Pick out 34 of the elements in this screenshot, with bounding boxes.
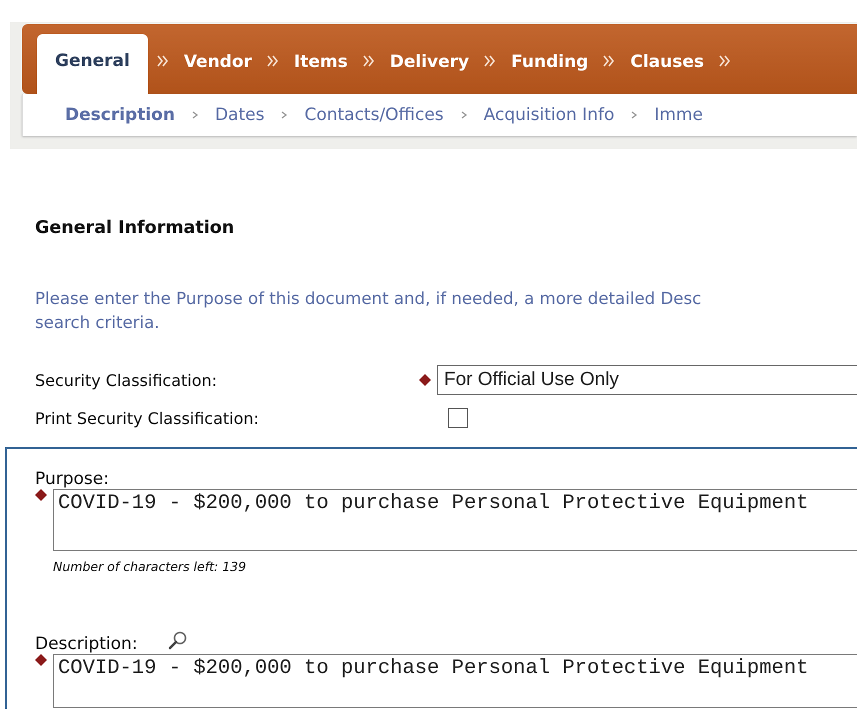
- help-text: Please enter the Purpose of this document and, if needed, a more detailed Desc: [35, 288, 702, 310]
- field-label: Security Classification:: [35, 370, 218, 390]
- field-label: Print Security Classification:: [35, 408, 260, 428]
- text-area[interactable]: COVID-19 - $200,000 to purchase Personal Protective Equipment: [53, 489, 857, 551]
- sub-tab[interactable]: Description: [57, 105, 183, 125]
- main-tab[interactable]: General: [37, 34, 148, 94]
- main-tab[interactable]: Vendor: [178, 52, 258, 94]
- sub-tab[interactable]: Acquisition Info: [476, 105, 622, 125]
- double-chevron-icon: [156, 54, 170, 68]
- sub-tab[interactable]: Imme: [646, 105, 711, 125]
- field-label: Purpose:: [35, 469, 109, 489]
- main-tab[interactable]: Items: [288, 52, 354, 94]
- search-icon[interactable]: [168, 630, 188, 650]
- sub-tab[interactable]: Contacts/Offices: [296, 105, 452, 125]
- help-text: search criteria.: [35, 312, 161, 334]
- chevron-icon: [190, 111, 199, 119]
- double-chevron-icon: [602, 54, 616, 68]
- section-title: General Information: [35, 218, 236, 238]
- sub-tab[interactable]: Dates: [206, 105, 272, 125]
- text-area[interactable]: COVID-19 - $200,000 to purchase Personal Protective Equipment: [53, 654, 857, 708]
- field-label: Description:: [35, 634, 138, 654]
- select-field[interactable]: For Official Use Only: [437, 365, 857, 395]
- chevron-icon: [630, 111, 638, 119]
- double-chevron-icon: [483, 54, 498, 68]
- character-count: Number of characters left: 139: [53, 559, 248, 574]
- checkbox[interactable]: [448, 408, 468, 428]
- main-tab[interactable]: Delivery: [384, 52, 476, 94]
- double-chevron-icon: [266, 54, 280, 68]
- chevron-icon: [460, 111, 468, 119]
- double-chevron-icon: [718, 54, 732, 68]
- main-tab[interactable]: Funding: [505, 52, 594, 94]
- double-chevron-icon: [362, 54, 376, 68]
- chevron-icon: [280, 111, 288, 119]
- main-tab[interactable]: Clauses: [624, 52, 710, 94]
